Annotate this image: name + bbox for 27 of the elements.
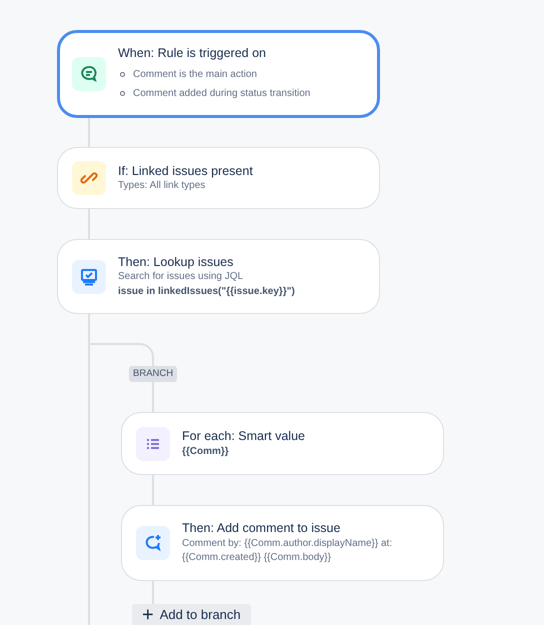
step-card[interactable]: When: Rule is triggered on Comment is the main action Comment added during status transition: [57, 30, 380, 118]
add-to-branch-button[interactable]: + Add to branch: [132, 604, 251, 625]
link-icon: [72, 161, 106, 195]
code-text: {{Comm}}: [182, 444, 230, 459]
branch-label: BRANCH: [129, 366, 178, 382]
bullet-icon: [120, 90, 125, 96]
step-title: Then: Lookup issues: [118, 254, 234, 270]
step-description: Types: All link types: [118, 178, 206, 193]
code-text: issue in linkedIssues("{{issue.key}}"): [118, 284, 295, 299]
bullet-text: Comment is the main action: [133, 68, 257, 82]
step-title: Then: Add comment to issue: [182, 520, 342, 537]
step-title: For each: Smart value: [182, 428, 305, 445]
bullet-icon: [120, 72, 125, 77]
step-description: Search for issues using JQL: [118, 270, 244, 284]
add-comment-icon: [136, 526, 170, 560]
step-card[interactable]: For each: Smart value {{Comm}}: [121, 412, 444, 475]
step-title: If: Linked issues present: [118, 162, 253, 179]
plus-icon: +: [142, 605, 154, 625]
step-card[interactable]: Then: Add comment to issue Comment by: {{Comm.author.displayName}} at: {{Comm.created}} {{Comm.body}}: [121, 505, 444, 581]
list-icon: [136, 426, 170, 460]
bullet-text: Comment added during status transition: [133, 86, 310, 101]
monitor-icon: [72, 260, 106, 294]
step-card[interactable]: If: Linked issues present Types: All link types: [57, 147, 380, 209]
step-description: Comment by: {{Comm.author.displayName}} at: {{Comm.created}} {{Comm.body}}: [182, 536, 394, 566]
step-card[interactable]: Then: Lookup issues Search for issues using JQL issue in linkedIssues("{{issue.key}}"): [57, 239, 380, 314]
step-title: When: Rule is triggered on: [118, 45, 267, 62]
comment-icon: [72, 57, 106, 91]
